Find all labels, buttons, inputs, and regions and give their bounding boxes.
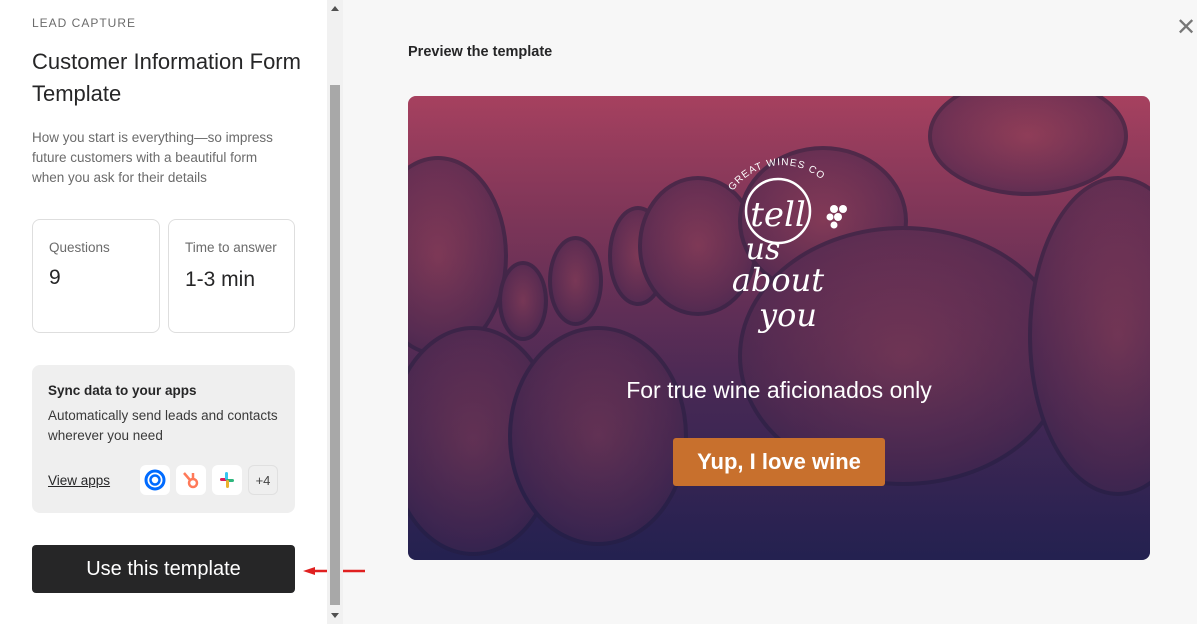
template-description: How you start is everything—so impress f…: [32, 130, 273, 185]
stat-label: Time to answer: [185, 240, 277, 255]
template-sidebar: LEAD CAPTURE Customer Information Form T…: [0, 0, 327, 624]
scroll-down-arrow[interactable]: [331, 613, 339, 618]
svg-text:you: you: [757, 296, 817, 334]
template-preview: GREAT WINES CO. tell us about you For tr…: [408, 96, 1150, 560]
svg-text:about: about: [732, 261, 824, 299]
more-apps-badge[interactable]: +4: [248, 465, 278, 495]
hubspot-icon: [176, 465, 206, 495]
questions-stat: Questions 9: [32, 219, 160, 333]
svg-text:GREAT WINES CO.: GREAT WINES CO.: [678, 151, 827, 193]
scroll-up-arrow[interactable]: [331, 6, 339, 11]
template-title: Customer Information Form Template: [32, 49, 301, 106]
stat-label: Questions: [49, 240, 110, 255]
stat-value: 9: [49, 266, 61, 289]
preview-heading: Preview the template: [408, 44, 553, 60]
view-apps-link[interactable]: View apps: [48, 473, 110, 488]
tell-us-about-you-logo: GREAT WINES CO. tell us about you: [678, 151, 847, 334]
stat-value: 1-3 min: [185, 268, 256, 291]
sync-text: Automatically send leads and contacts wh…: [48, 408, 278, 443]
use-template-button[interactable]: Use this template: [32, 545, 295, 593]
preview-tagline: For true wine aficionados only: [626, 377, 932, 403]
sync-title: Sync data to your apps: [48, 383, 197, 398]
time-stat: Time to answer 1-3 min: [168, 219, 295, 333]
category-label: LEAD CAPTURE: [32, 16, 137, 30]
calendly-icon: [140, 465, 170, 495]
preview-cta-button[interactable]: Yup, I love wine: [673, 438, 885, 486]
sync-apps-card: Sync data to your apps Automatically sen…: [32, 365, 295, 513]
svg-text:tell: tell: [750, 195, 806, 235]
sidebar-scrollbar[interactable]: [327, 0, 343, 624]
slack-icon: [212, 465, 242, 495]
scrollbar-thumb[interactable]: [330, 85, 340, 605]
close-icon[interactable]: ✕: [1176, 16, 1196, 40]
